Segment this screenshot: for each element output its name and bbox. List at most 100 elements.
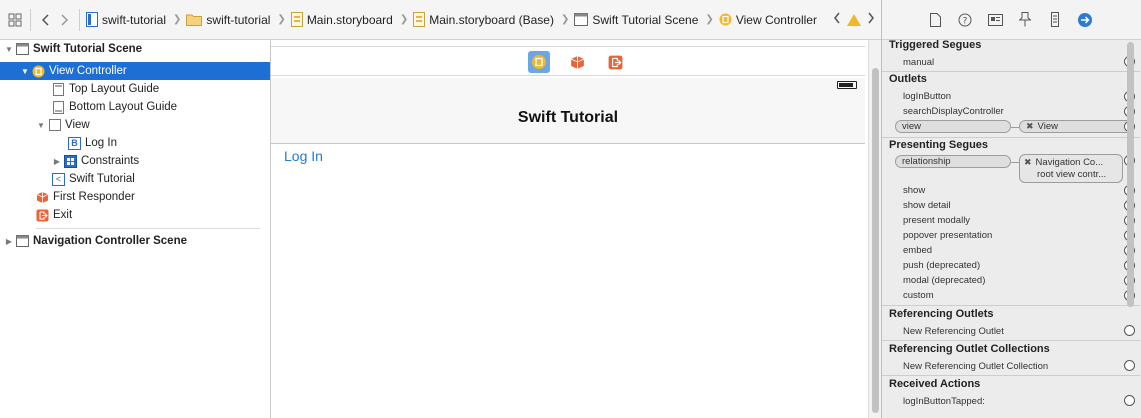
- attributes-inspector-icon[interactable]: [1017, 12, 1033, 28]
- connection-circle[interactable]: [1124, 325, 1135, 336]
- layout-guide-icon: [52, 100, 65, 114]
- relationship-target-pill[interactable]: ✖ Navigation Co... root view contr...: [1019, 154, 1123, 183]
- view-icon: [48, 119, 61, 132]
- section-title: Referencing Outlet Collections: [889, 343, 1050, 355]
- chevron-right-icon: ❯: [173, 14, 182, 25]
- outline-divider: [36, 228, 260, 229]
- outline-row-navigation-controller-scene[interactable]: ▶ Navigation Controller Scene: [0, 232, 270, 250]
- segue-popover-label: popover presentation: [903, 230, 993, 241]
- disconnect-icon[interactable]: ✖: [1024, 157, 1032, 167]
- log-in-button[interactable]: Log In: [284, 148, 323, 164]
- navigation-title[interactable]: Swift Tutorial: [518, 109, 618, 127]
- disclosure-open-icon[interactable]: ▼: [20, 67, 30, 76]
- breadcrumb-folder[interactable]: swift-tutorial: [186, 13, 270, 27]
- segue-show-detail-label: show detail: [903, 200, 951, 211]
- disconnect-icon[interactable]: ✖: [1026, 121, 1034, 131]
- connection-line: [1011, 127, 1019, 128]
- warning-icon[interactable]: [847, 13, 861, 26]
- disclosure-open-icon[interactable]: ▼: [4, 45, 14, 54]
- breadcrumb-label: swift-tutorial: [102, 12, 167, 27]
- outline-row-view[interactable]: ▼ View: [0, 116, 270, 134]
- project-file-icon: [86, 12, 98, 27]
- outline-label: View Controller: [49, 65, 127, 77]
- outline-row-bottom-layout-guide[interactable]: Bottom Layout Guide: [0, 98, 270, 116]
- quick-help-icon[interactable]: ?: [957, 12, 973, 28]
- chevron-right-icon: ❯: [705, 14, 714, 25]
- chevron-right-icon: ❯: [399, 14, 409, 25]
- outline-row-top-layout-guide[interactable]: Top Layout Guide: [0, 80, 270, 98]
- navigation-item-icon: <: [52, 172, 65, 186]
- outline-row-log-in[interactable]: B Log In: [0, 134, 270, 152]
- svg-text:?: ?: [963, 16, 968, 26]
- view-controller-icon[interactable]: [528, 51, 550, 73]
- first-responder-icon: [36, 191, 49, 204]
- outline-label: Constraints: [81, 155, 140, 167]
- file-inspector-icon[interactable]: [927, 12, 943, 28]
- outline-row-constraints[interactable]: ▶ Constraints: [0, 152, 270, 170]
- canvas-scrollbar[interactable]: [868, 40, 881, 418]
- disclosure-open-icon[interactable]: ▼: [36, 121, 46, 130]
- breadcrumb-label: View Controller: [735, 12, 817, 27]
- breadcrumb-view-controller[interactable]: View Controller: [719, 13, 817, 27]
- outline-row-swift-tutorial-scene[interactable]: ▼ Swift Tutorial Scene: [0, 40, 270, 58]
- breadcrumb-scene[interactable]: Swift Tutorial Scene: [574, 13, 698, 27]
- navigation-bar[interactable]: Swift Tutorial: [271, 92, 865, 144]
- section-outlets: Outlets logInButton searchDisplayControl…: [882, 72, 1140, 138]
- connection-circle[interactable]: [1124, 395, 1135, 406]
- scene-icon: [16, 43, 29, 56]
- first-responder-icon[interactable]: [566, 51, 588, 73]
- outlet-view-target-pill[interactable]: ✖ View: [1019, 120, 1134, 133]
- previous-issue-icon[interactable]: [833, 11, 841, 28]
- identity-inspector-icon[interactable]: [987, 12, 1003, 28]
- breadcrumb-storyboard[interactable]: Main.storyboard: [290, 12, 393, 27]
- outlet-target-label: View: [1037, 121, 1058, 132]
- issue-navigation: [833, 11, 875, 28]
- scrollbar-thumb[interactable]: [872, 68, 879, 413]
- segue-custom-label: custom: [903, 290, 934, 301]
- storyboard-file-icon: [413, 12, 426, 27]
- new-referencing-outlet-collection-label: New Referencing Outlet Collection: [903, 361, 1049, 372]
- outlet-view-pill[interactable]: view: [895, 120, 1011, 133]
- connection-circle[interactable]: [1124, 360, 1135, 371]
- chevron-right-icon: ❯: [560, 14, 570, 25]
- segue-manual-label: manual: [903, 57, 935, 68]
- folder-icon: [186, 13, 203, 26]
- outline-row-view-controller[interactable]: ▼ View Controller: [0, 62, 270, 80]
- target-line-2: root view contr...: [1037, 169, 1107, 180]
- storyboard-canvas: Swift Tutorial Log In: [271, 40, 868, 418]
- breadcrumb-label: Swift Tutorial Scene: [592, 12, 699, 27]
- outlet-search-display-controller-label: searchDisplayController: [903, 106, 1004, 117]
- disclosure-closed-icon[interactable]: ▶: [52, 157, 62, 166]
- relationship-pill[interactable]: relationship: [895, 155, 1011, 168]
- breadcrumb-storyboard-base[interactable]: Main.storyboard (Base): [413, 12, 554, 27]
- outline-row-swift-tutorial-item[interactable]: < Swift Tutorial: [0, 170, 270, 188]
- view-controller-icon: [32, 65, 45, 78]
- breadcrumb-project[interactable]: swift-tutorial: [86, 12, 166, 27]
- section-title: Outlets: [889, 73, 927, 85]
- outline-label: Log In: [85, 137, 117, 149]
- document-outline: ▼ Swift Tutorial Scene ▼ View Controller…: [0, 40, 271, 418]
- section-presenting-segues: Presenting Segues relationship ✖ Navigati…: [882, 138, 1140, 306]
- section-triggered-segues: Triggered Segues manual: [882, 39, 1140, 72]
- next-issue-icon[interactable]: [867, 11, 875, 28]
- related-items-icon[interactable]: [6, 11, 24, 29]
- back-arrow-icon[interactable]: [37, 11, 55, 29]
- connection-line: [1011, 162, 1019, 163]
- outline-label: First Responder: [53, 191, 135, 203]
- outline-label: Swift Tutorial: [69, 173, 135, 185]
- battery-icon: [837, 81, 857, 89]
- outline-row-exit[interactable]: Exit: [0, 206, 270, 224]
- exit-icon[interactable]: [604, 51, 626, 73]
- inspector-scrollbar-thumb[interactable]: [1127, 42, 1134, 307]
- disclosure-closed-icon[interactable]: ▶: [4, 237, 14, 246]
- connections-inspector-icon[interactable]: [1077, 12, 1093, 28]
- divider: [79, 8, 80, 31]
- forward-arrow-icon[interactable]: [55, 11, 73, 29]
- segue-modal-label: modal (deprecated): [903, 275, 986, 286]
- storyboard-file-icon: [290, 12, 303, 27]
- outline-label: View: [65, 119, 90, 131]
- outline-row-first-responder[interactable]: First Responder: [0, 188, 270, 206]
- breadcrumb-label: Main.storyboard: [306, 12, 393, 27]
- size-inspector-icon[interactable]: [1047, 12, 1063, 28]
- new-referencing-outlet-label: New Referencing Outlet: [903, 326, 1004, 337]
